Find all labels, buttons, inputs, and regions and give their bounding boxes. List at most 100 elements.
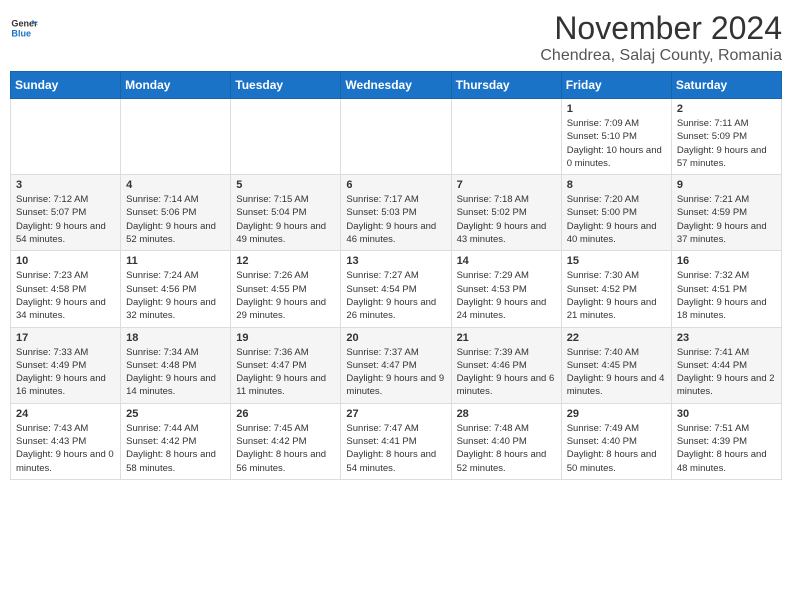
calendar-cell: 8 Sunrise: 7:20 AM Sunset: 5:00 PM Daylig… [561,175,671,251]
day-info: Sunrise: 7:33 AM Sunset: 4:49 PM Dayligh… [16,346,115,399]
calendar-cell: 6Sunrise: 7:17 AM Sunset: 5:03 PM Daylig… [341,175,451,251]
day-info: Sunrise: 7:36 AM Sunset: 4:47 PM Dayligh… [236,346,335,399]
day-info: Sunrise: 7:15 AM Sunset: 5:04 PM Dayligh… [236,193,335,246]
day-info: Sunrise: 7:18 AM Sunset: 5:02 PM Dayligh… [457,193,556,246]
calendar-cell: 2 Sunrise: 7:11 AM Sunset: 5:09 PM Daylig… [671,99,781,175]
day-number: 28 [457,408,556,420]
calendar-cell: 26 Sunrise: 7:45 AM Sunset: 4:42 PM Dayli… [231,403,341,479]
logo-icon: General Blue [10,14,38,42]
day-number: 19 [236,332,335,344]
calendar-day-header: Wednesday [341,72,451,99]
day-number: 2 [677,103,776,115]
calendar-cell: 10 Sunrise: 7:23 AM Sunset: 4:58 PM Dayli… [11,251,121,327]
day-number: 8 [567,179,666,191]
day-info: Sunrise: 7:26 AM Sunset: 4:55 PM Dayligh… [236,269,335,322]
day-number: 16 [677,255,776,267]
svg-text:General: General [11,19,38,29]
day-number: 4 [126,179,225,191]
day-number: 7 [457,179,556,191]
calendar-cell: 24 Sunrise: 7:43 AM Sunset: 4:43 PM Dayli… [11,403,121,479]
calendar-cell: 5Sunrise: 7:15 AM Sunset: 5:04 PM Daylig… [231,175,341,251]
calendar-body: 1 Sunrise: 7:09 AM Sunset: 5:10 PM Daylig… [11,99,782,480]
calendar-cell: 30 Sunrise: 7:51 AM Sunset: 4:39 PM Dayli… [671,403,781,479]
calendar-cell: 15 Sunrise: 7:30 AM Sunset: 4:52 PM Dayli… [561,251,671,327]
day-info: Sunrise: 7:51 AM Sunset: 4:39 PM Dayligh… [677,422,776,475]
calendar-cell: 29 Sunrise: 7:49 AM Sunset: 4:40 PM Dayli… [561,403,671,479]
calendar-week-row: 24 Sunrise: 7:43 AM Sunset: 4:43 PM Dayli… [11,403,782,479]
calendar-day-header: Monday [121,72,231,99]
day-info: Sunrise: 7:27 AM Sunset: 4:54 PM Dayligh… [346,269,445,322]
day-info: Sunrise: 7:40 AM Sunset: 4:45 PM Dayligh… [567,346,666,399]
day-number: 12 [236,255,335,267]
day-number: 24 [16,408,115,420]
location-subtitle: Chendrea, Salaj County, Romania [540,47,782,65]
calendar-cell [231,99,341,175]
day-info: Sunrise: 7:09 AM Sunset: 5:10 PM Dayligh… [567,117,666,170]
calendar-cell: 23Sunrise: 7:41 AM Sunset: 4:44 PM Dayli… [671,327,781,403]
day-info: Sunrise: 7:49 AM Sunset: 4:40 PM Dayligh… [567,422,666,475]
calendar-table: SundayMondayTuesdayWednesdayThursdayFrid… [10,71,782,480]
day-info: Sunrise: 7:23 AM Sunset: 4:58 PM Dayligh… [16,269,115,322]
day-number: 27 [346,408,445,420]
day-number: 10 [16,255,115,267]
day-number: 14 [457,255,556,267]
day-number: 29 [567,408,666,420]
calendar-cell: 3 Sunrise: 7:12 AM Sunset: 5:07 PM Daylig… [11,175,121,251]
day-number: 11 [126,255,225,267]
calendar-cell [341,99,451,175]
day-info: Sunrise: 7:48 AM Sunset: 4:40 PM Dayligh… [457,422,556,475]
day-number: 30 [677,408,776,420]
day-info: Sunrise: 7:14 AM Sunset: 5:06 PM Dayligh… [126,193,225,246]
day-number: 22 [567,332,666,344]
calendar-cell [11,99,121,175]
svg-text:Blue: Blue [11,28,31,38]
day-number: 9 [677,179,776,191]
day-info: Sunrise: 7:30 AM Sunset: 4:52 PM Dayligh… [567,269,666,322]
calendar-cell: 18Sunrise: 7:34 AM Sunset: 4:48 PM Dayli… [121,327,231,403]
day-info: Sunrise: 7:20 AM Sunset: 5:00 PM Dayligh… [567,193,666,246]
day-info: Sunrise: 7:32 AM Sunset: 4:51 PM Dayligh… [677,269,776,322]
logo: General Blue [10,14,38,42]
day-number: 3 [16,179,115,191]
day-info: Sunrise: 7:11 AM Sunset: 5:09 PM Dayligh… [677,117,776,170]
day-number: 1 [567,103,666,115]
day-number: 23 [677,332,776,344]
calendar-cell: 25 Sunrise: 7:44 AM Sunset: 4:42 PM Dayli… [121,403,231,479]
day-info: Sunrise: 7:45 AM Sunset: 4:42 PM Dayligh… [236,422,335,475]
day-number: 25 [126,408,225,420]
calendar-cell: 20Sunrise: 7:37 AM Sunset: 4:47 PM Dayli… [341,327,451,403]
day-number: 15 [567,255,666,267]
calendar-day-header: Sunday [11,72,121,99]
calendar-cell: 21 Sunrise: 7:39 AM Sunset: 4:46 PM Dayli… [451,327,561,403]
day-info: Sunrise: 7:21 AM Sunset: 4:59 PM Dayligh… [677,193,776,246]
calendar-cell: 28 Sunrise: 7:48 AM Sunset: 4:40 PM Dayli… [451,403,561,479]
calendar-day-header: Saturday [671,72,781,99]
calendar-cell: 7 Sunrise: 7:18 AM Sunset: 5:02 PM Daylig… [451,175,561,251]
month-title: November 2024 [540,10,782,47]
calendar-week-row: 17Sunrise: 7:33 AM Sunset: 4:49 PM Dayli… [11,327,782,403]
calendar-cell: 19 Sunrise: 7:36 AM Sunset: 4:47 PM Dayli… [231,327,341,403]
day-info: Sunrise: 7:47 AM Sunset: 4:41 PM Dayligh… [346,422,445,475]
calendar-week-row: 10 Sunrise: 7:23 AM Sunset: 4:58 PM Dayli… [11,251,782,327]
title-area: November 2024 Chendrea, Salaj County, Ro… [540,10,782,65]
day-info: Sunrise: 7:34 AM Sunset: 4:48 PM Dayligh… [126,346,225,399]
day-number: 26 [236,408,335,420]
calendar-week-row: 3 Sunrise: 7:12 AM Sunset: 5:07 PM Daylig… [11,175,782,251]
day-info: Sunrise: 7:43 AM Sunset: 4:43 PM Dayligh… [16,422,115,475]
calendar-cell: 12 Sunrise: 7:26 AM Sunset: 4:55 PM Dayli… [231,251,341,327]
calendar-cell: 11 Sunrise: 7:24 AM Sunset: 4:56 PM Dayli… [121,251,231,327]
day-info: Sunrise: 7:44 AM Sunset: 4:42 PM Dayligh… [126,422,225,475]
calendar-header-row: SundayMondayTuesdayWednesdayThursdayFrid… [11,72,782,99]
page-header: General Blue November 2024 Chendrea, Sal… [10,10,782,65]
calendar-cell: 4 Sunrise: 7:14 AM Sunset: 5:06 PM Daylig… [121,175,231,251]
calendar-cell [121,99,231,175]
day-info: Sunrise: 7:24 AM Sunset: 4:56 PM Dayligh… [126,269,225,322]
calendar-cell: 16 Sunrise: 7:32 AM Sunset: 4:51 PM Dayli… [671,251,781,327]
calendar-cell [451,99,561,175]
day-info: Sunrise: 7:12 AM Sunset: 5:07 PM Dayligh… [16,193,115,246]
day-info: Sunrise: 7:39 AM Sunset: 4:46 PM Dayligh… [457,346,556,399]
calendar-cell: 22 Sunrise: 7:40 AM Sunset: 4:45 PM Dayli… [561,327,671,403]
day-info: Sunrise: 7:17 AM Sunset: 5:03 PM Dayligh… [346,193,445,246]
day-number: 21 [457,332,556,344]
calendar-day-header: Thursday [451,72,561,99]
